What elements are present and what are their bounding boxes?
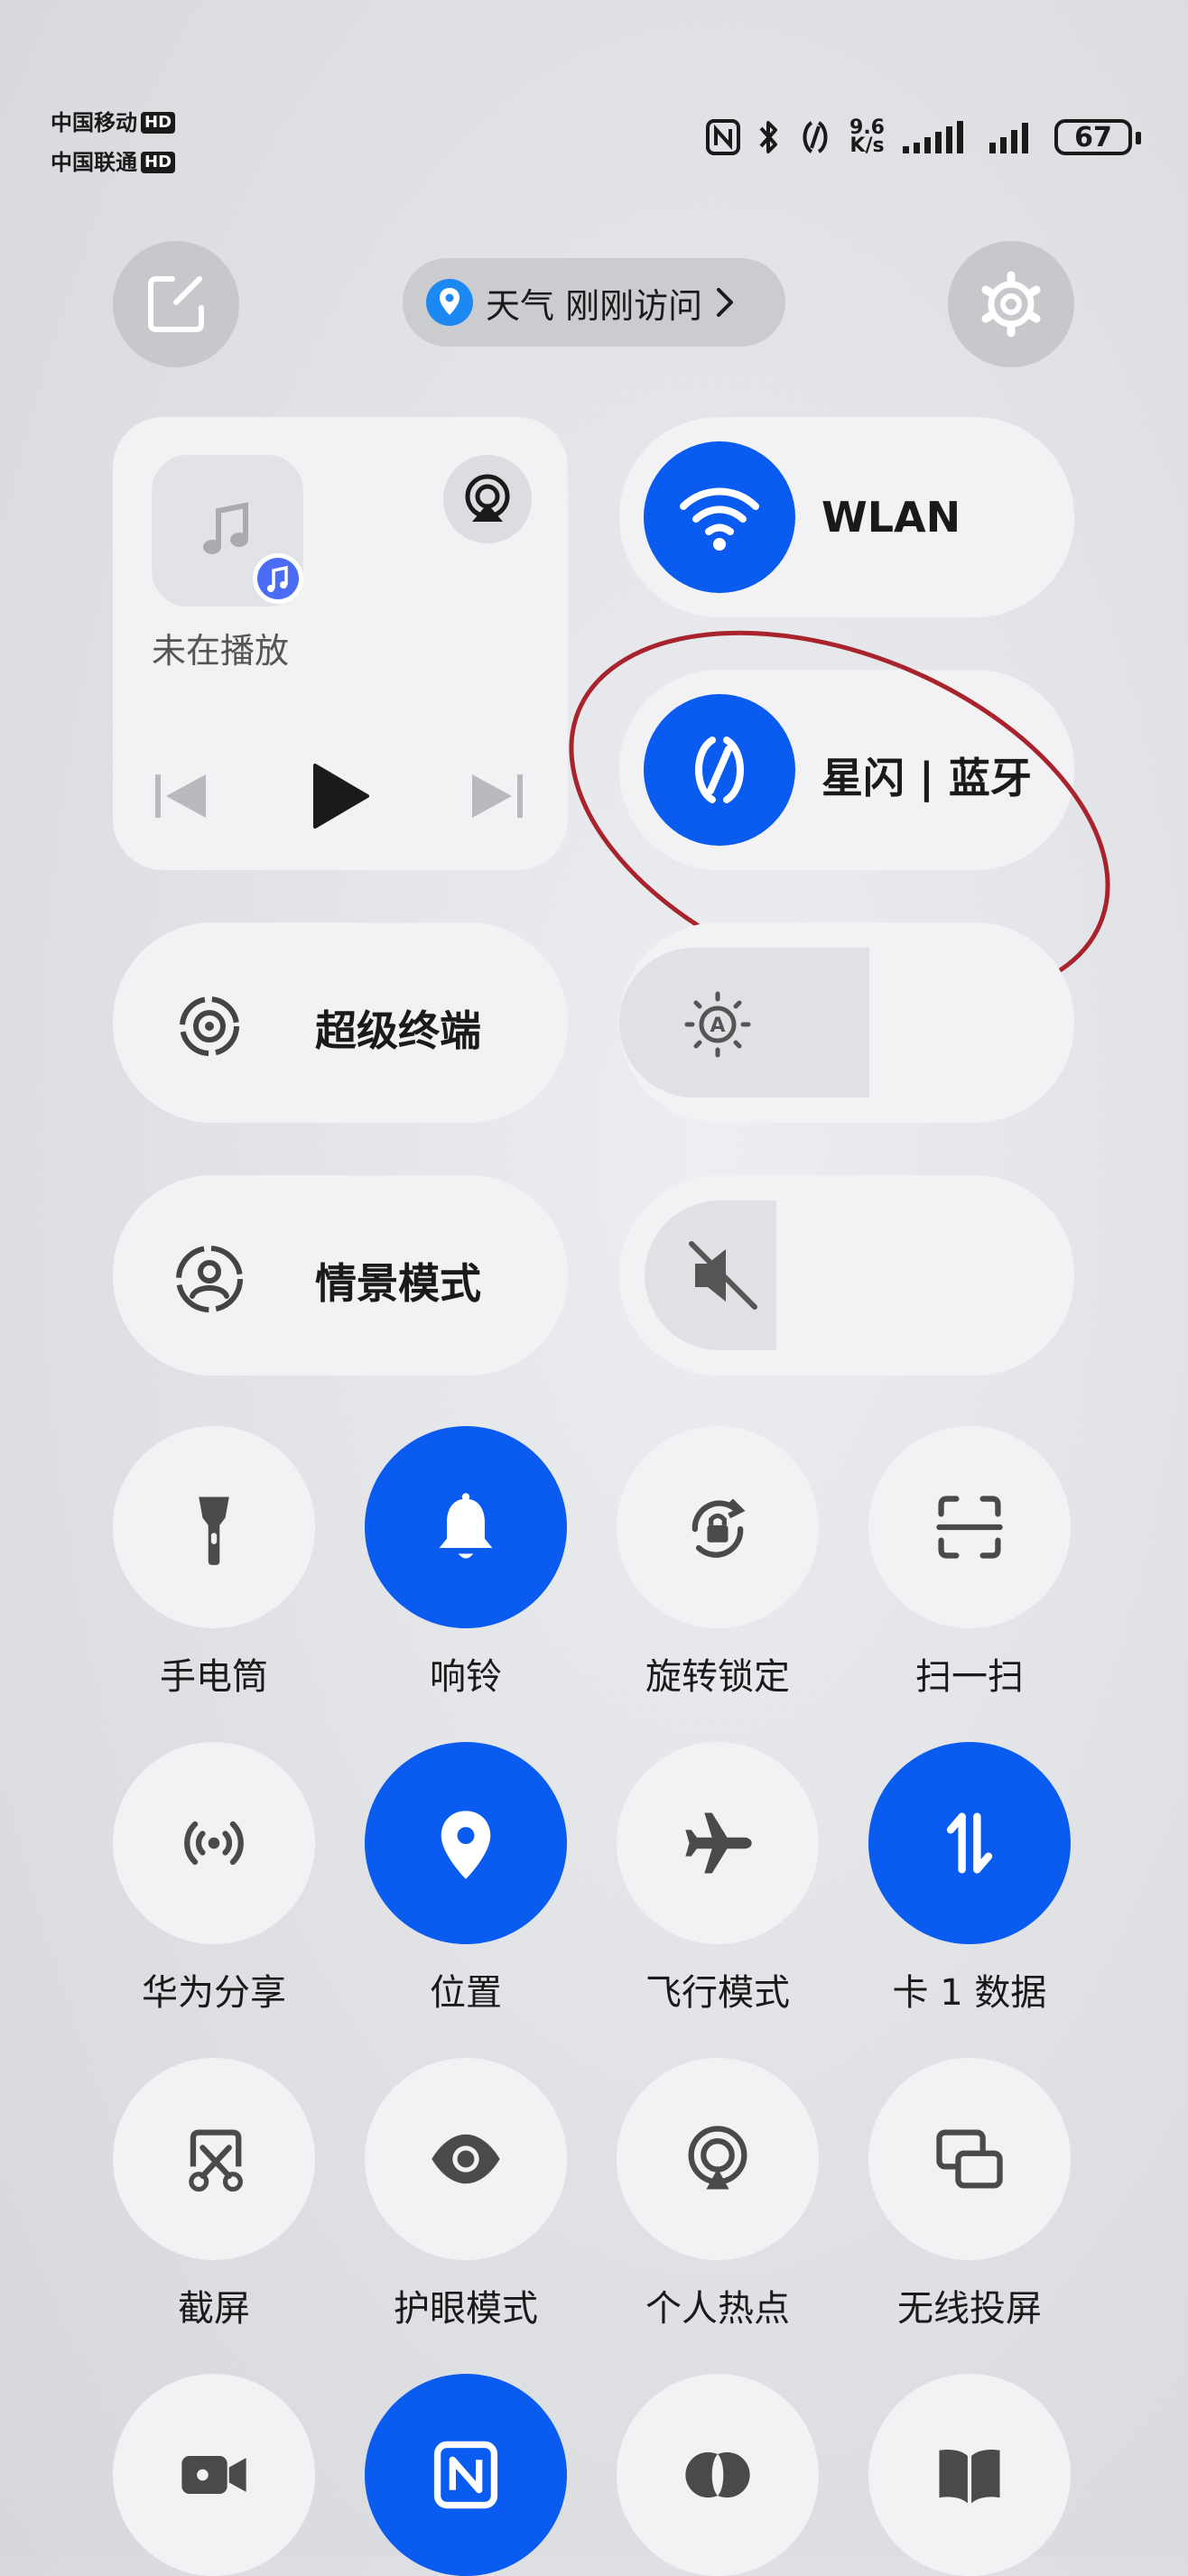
tile-book-button[interactable] [868,2374,1071,2576]
play-icon[interactable] [310,762,371,830]
tile-label: 扫一扫 [915,1656,1024,1698]
tile-label: 手电筒 [160,1656,268,1698]
tile-label: 无线投屏 [897,2288,1042,2330]
tile-bell-button[interactable] [365,1426,567,1628]
tile-scan-button[interactable] [868,1426,1071,1628]
status-icons: 9.6 K/s 67 [705,117,1141,157]
flashlight-icon [199,1496,229,1565]
edit-button[interactable] [113,241,239,367]
tile-video-button[interactable] [113,2374,315,2576]
tile-label: 响铃 [430,1656,502,1698]
tile-label: 护眼模式 [394,2288,538,2330]
battery-level: 67 [1074,121,1112,153]
signal-1-icon [903,121,963,153]
tile-label: 个人热点 [645,2288,790,2330]
carrier-info: 中国移动 HD 中国联通 HD [51,103,176,182]
hd-badge: HD [141,112,176,134]
tile-label: 旋转锁定 [645,1656,790,1698]
tile-label: 截屏 [178,2288,250,2330]
media-status: 未在播放 [152,631,290,671]
cast-icon [936,2129,1003,2189]
volume-slider[interactable] [619,1175,1074,1376]
tile-location-button[interactable] [365,1742,567,1944]
airplane-icon [685,1812,752,1874]
rotation-lock-icon [691,1498,746,1558]
tile-flashlight-button[interactable] [113,1426,315,1628]
tile-nfc-button[interactable] [365,2374,567,2576]
bluetooth-status-icon [759,121,778,153]
weather-shortcut[interactable]: 天气 刚刚访问 [403,258,785,347]
bell-icon [439,1493,493,1559]
nfc-icon [433,2441,498,2509]
media-card[interactable]: 未在播放 [113,417,568,870]
scene-mode-toggle[interactable]: 情景模式 [113,1175,568,1376]
super-device-label: 超级终端 [315,1006,481,1055]
speed-unit: K/s [849,134,885,157]
hd-badge: HD [141,152,176,173]
auto-brightness-icon: A [684,991,751,1058]
scan-icon [936,1496,1003,1559]
mobile-data-icon [946,1812,993,1874]
carrier-1-name: 中国移动 [51,110,137,135]
scene-mode-label: 情景模式 [315,1259,481,1308]
chevron-right-icon [717,288,734,317]
carrier-2-name: 中国联通 [51,150,137,175]
settings-button[interactable] [948,241,1074,367]
tile-cast-button[interactable] [868,2058,1071,2260]
mute-icon [689,1241,757,1310]
battery-indicator: 67 [1054,119,1141,155]
tile-label: 位置 [430,1972,502,2014]
scene-mode-icon [176,1246,243,1312]
eye-icon [432,2134,500,2184]
super-device-toggle[interactable]: 超级终端 [113,922,568,1123]
audio-cast-icon [465,474,510,522]
tile-mobile-data-button[interactable] [868,1742,1071,1944]
tile-label: 飞行模式 [645,1972,790,2014]
tile-dual-circle-button[interactable] [617,2374,819,2576]
edit-icon [148,276,204,332]
tile-eye-button[interactable] [365,2058,567,2260]
brightness-slider[interactable]: A [619,922,1074,1123]
tile-label: 卡 1 数据 [892,1972,1047,2014]
hotspot-icon [688,2126,747,2190]
tile-rotation-lock-button[interactable] [617,1426,819,1628]
wlan-label: WLAN [821,493,961,542]
music-note-icon [203,502,248,554]
location-icon [441,1811,491,1879]
book-icon [939,2449,1000,2504]
screenshot-icon [189,2129,243,2192]
dual-circle-icon [685,2451,750,2498]
tile-hotspot-button[interactable] [617,2058,819,2260]
tile-share-button[interactable] [113,1742,315,1944]
tile-airplane-button[interactable] [617,1742,819,1944]
video-icon [181,2456,246,2494]
gear-icon [981,271,1041,338]
next-track-icon[interactable] [469,769,526,823]
carrier-1: 中国移动 HD [51,103,176,143]
previous-track-icon[interactable] [152,769,209,823]
super-device-icon [180,996,239,1056]
nearlink-status-icon [803,121,828,153]
tile-label: 华为分享 [142,1972,286,2014]
tile-screenshot-button[interactable] [113,2058,315,2260]
share-icon [184,1821,244,1866]
location-pin-icon [426,279,473,326]
signal-2-icon [989,123,1028,153]
network-speed: 9.6 K/s [849,118,885,157]
carrier-2: 中国联通 HD [51,143,176,182]
music-app-icon [253,553,303,604]
nfc-status-icon [706,119,741,155]
audio-output-button[interactable] [443,455,532,543]
weather-label: 天气 刚刚访问 [486,285,703,326]
svg-text:A: A [710,1015,725,1037]
wifi-icon [680,487,759,551]
